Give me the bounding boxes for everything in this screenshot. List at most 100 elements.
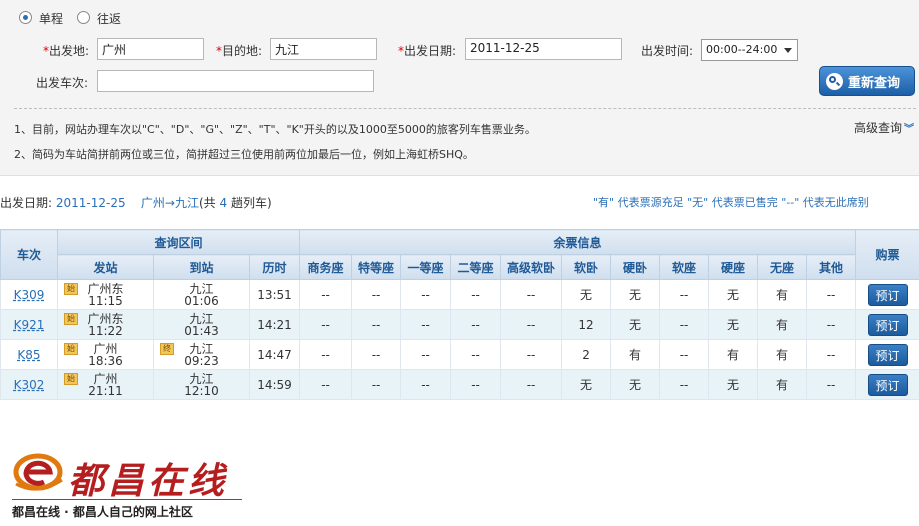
- seat-hard-sleeper-cell: 无: [610, 309, 661, 340]
- result-summary: 出发日期: 2011-12-25 广州→九江(共 4 趟列车): [0, 194, 272, 211]
- arrive-time: 09:23: [184, 353, 219, 368]
- summary-count: 4: [219, 196, 228, 210]
- seat-hard-seat-cell: 无: [708, 309, 759, 340]
- seat-deluxe-soft-sleeper-cell: --: [500, 339, 563, 370]
- train-no-cell: K309: [0, 279, 58, 310]
- depart-time: 11:15: [88, 293, 123, 308]
- arrive-cell: 九江 12:10: [153, 369, 250, 400]
- logo-title: 都昌在线: [68, 460, 229, 502]
- advanced-query-label: 高级查询: [854, 121, 903, 135]
- time-select[interactable]: 00:00--24:00: [701, 39, 798, 61]
- header-seat-special: 特等座: [351, 254, 402, 280]
- seat-business-cell: --: [299, 309, 353, 340]
- seat-soft-seat-cell: --: [659, 339, 710, 370]
- seat-second-cell: --: [450, 339, 502, 370]
- header-remaining-tickets: 余票信息: [299, 229, 857, 255]
- seat-business-cell: --: [299, 279, 353, 310]
- train-no-link[interactable]: K921: [14, 318, 45, 332]
- seat-second-cell: --: [450, 279, 502, 310]
- seat-standing-cell: 有: [757, 369, 808, 400]
- depart-cell: 始广州东 11:15: [57, 279, 154, 310]
- seat-first-cell: --: [400, 309, 452, 340]
- to-label-text: 目的地:: [222, 44, 263, 58]
- advanced-query-link[interactable]: 高级查询 ︾: [854, 119, 914, 136]
- requery-button-label: 重新查询: [848, 75, 901, 91]
- seat-hard-seat-cell: 无: [708, 279, 759, 310]
- divider: [14, 108, 916, 109]
- table-row: K309 始广州东 11:15 九江 01:06 13:51 -- -- -- -- -- 无无 -- 无…: [0, 279, 919, 310]
- book-button[interactable]: 预订: [867, 283, 908, 306]
- date-label-text: 出发日期:: [404, 44, 457, 58]
- seat-special-cell: --: [351, 309, 402, 340]
- search-icon: [826, 72, 843, 90]
- arrive-time: 01:43: [184, 323, 219, 338]
- time-label: 出发时间:: [641, 44, 694, 58]
- header-seat-standing: 无座: [757, 254, 808, 280]
- to-input[interactable]: 九江: [270, 38, 377, 60]
- header-seat-soft-seat: 软座: [659, 254, 710, 280]
- seat-hard-sleeper-cell: 无: [610, 279, 661, 310]
- train-no-input[interactable]: [97, 70, 374, 92]
- round-trip-label[interactable]: 往返: [97, 10, 121, 27]
- arrive-cell: 九江 01:06: [153, 279, 250, 310]
- duration-cell: 14:59: [248, 369, 301, 400]
- seat-first-cell: --: [400, 369, 452, 400]
- book-cell: 预订: [855, 309, 919, 340]
- seat-hard-seat-cell: 无: [708, 369, 759, 400]
- to-label: *目的地:: [216, 42, 262, 59]
- header-book: 购票: [855, 229, 919, 280]
- header-seat-hard-seat: 硬座: [708, 254, 759, 280]
- date-label: *出发日期:: [398, 42, 456, 59]
- one-way-label[interactable]: 单程: [39, 10, 63, 27]
- arrive-cell: 终九江 09:23: [153, 339, 250, 370]
- seat-deluxe-soft-sleeper-cell: --: [500, 309, 563, 340]
- table-row: K85 始广州 18:36 终九江 09:23 14:47 -- -- -- -- -- 2 有 -- 有有…: [0, 339, 919, 370]
- summary-route: 广州→九江: [140, 196, 199, 210]
- summary-date-label: 出发日期:: [0, 196, 53, 210]
- train-no-link[interactable]: K85: [17, 348, 40, 362]
- seat-other-cell: --: [806, 339, 857, 370]
- train-no-link[interactable]: K309: [14, 288, 45, 302]
- time-select-value: 00:00--24:00: [706, 43, 778, 56]
- depart-time: 21:11: [88, 383, 123, 398]
- summary-count-prefix: (共: [198, 196, 216, 210]
- note-2: 2、简码为车站简拼前两位或三位，简拼超过三位使用前两位加最后一位，例如上海虹桥S…: [14, 148, 474, 161]
- duration-cell: 13:51: [248, 279, 301, 310]
- train-no-link[interactable]: K302: [14, 378, 45, 392]
- seat-first-cell: --: [400, 279, 452, 310]
- book-cell: 预订: [855, 369, 919, 400]
- book-button[interactable]: 预订: [867, 373, 908, 396]
- train-no-label: 出发车次:: [36, 76, 89, 90]
- chevron-down-icon: [784, 48, 792, 53]
- depart-time: 18:36: [88, 353, 123, 368]
- seat-second-cell: --: [450, 309, 502, 340]
- book-button[interactable]: 预订: [867, 313, 908, 336]
- seat-soft-sleeper-cell: 2: [561, 339, 612, 370]
- logo-e-icon: [13, 453, 63, 491]
- requery-button[interactable]: 重新查询: [819, 66, 915, 96]
- header-arrive-station: 到站: [153, 254, 250, 280]
- seat-hard-sleeper-cell: 无: [610, 369, 661, 400]
- seat-other-cell: --: [806, 369, 857, 400]
- summary-count-suffix: 趟列车): [230, 196, 272, 210]
- from-input[interactable]: 广州: [97, 38, 204, 60]
- date-input[interactable]: 2011-12-25: [465, 38, 622, 60]
- seat-soft-sleeper-cell: 无: [561, 369, 612, 400]
- depart-cell: 始广州东 11:22: [57, 309, 154, 340]
- arrive-cell: 九江 01:43: [153, 309, 250, 340]
- depart-cell: 始广州 18:36: [57, 339, 154, 370]
- table-row: K302 始广州 21:11 九江 12:10 14:59 -- -- -- -- -- 无无 -- 无有…: [0, 369, 919, 400]
- availability-legend: "有" 代表票源充足 "无" 代表票已售完 "--" 代表无此席别: [593, 196, 869, 209]
- round-trip-radio[interactable]: [77, 11, 90, 24]
- seat-deluxe-soft-sleeper-cell: --: [500, 279, 563, 310]
- book-button[interactable]: 预订: [867, 343, 908, 366]
- arrive-station: 九江: [189, 281, 214, 296]
- seat-soft-seat-cell: --: [659, 309, 710, 340]
- seat-deluxe-soft-sleeper-cell: --: [500, 369, 563, 400]
- header-seat-first: 一等座: [400, 254, 452, 280]
- from-label-text: 出发地:: [49, 44, 90, 58]
- one-way-radio[interactable]: [19, 11, 32, 24]
- table-row: K921 始广州东 11:22 九江 01:43 14:21 -- -- -- -- -- 12 无 --…: [0, 309, 919, 340]
- seat-business-cell: --: [299, 369, 353, 400]
- header-seat-other: 其他: [806, 254, 857, 280]
